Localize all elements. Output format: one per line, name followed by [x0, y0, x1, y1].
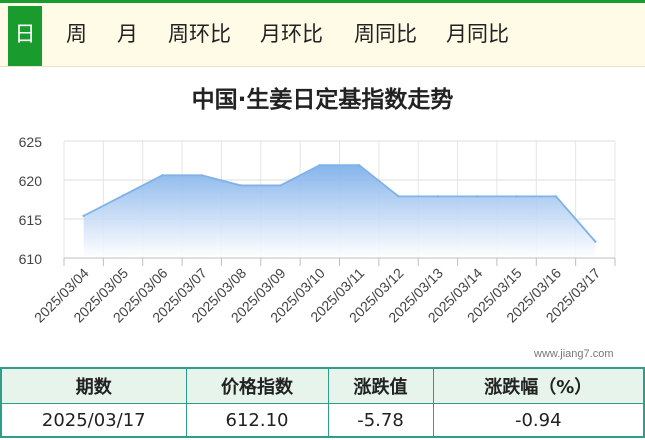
- data-point: [476, 195, 479, 198]
- y-tick-label: 620: [19, 173, 43, 189]
- tab-month-year-on-year[interactable]: 月同比: [446, 3, 509, 66]
- table-row: 2025/03/17 612.10 -5.78 -0.94: [0, 403, 645, 438]
- site-watermark: www.jiang7.com: [534, 348, 614, 360]
- index-summary-table: 期数 价格指数 涨跌值 涨跌幅（%） 2025/03/17 612.10 -5.…: [0, 367, 645, 438]
- cell-price-index: 612.10: [185, 403, 329, 438]
- header-period: 期数: [0, 367, 187, 404]
- tab-week[interactable]: 周: [66, 3, 87, 66]
- tab-day[interactable]: 日: [8, 6, 42, 66]
- data-point: [82, 214, 85, 218]
- y-tick-label: 610: [19, 251, 43, 267]
- y-tick-label: 615: [19, 212, 43, 228]
- header-price-index: 价格指数: [185, 367, 329, 404]
- data-point: [397, 195, 400, 198]
- data-point: [200, 174, 203, 177]
- tab-week-year-on-year[interactable]: 周同比: [354, 3, 417, 66]
- header-change-value: 涨跌值: [327, 367, 434, 404]
- data-point: [318, 163, 322, 167]
- data-point: [279, 184, 282, 187]
- cell-change-value: -5.78: [327, 403, 434, 438]
- data-point: [554, 195, 558, 198]
- tab-month-on-month[interactable]: 月环比: [260, 3, 323, 66]
- data-point: [357, 163, 361, 167]
- y-tick-label: 625: [19, 134, 43, 150]
- data-point: [161, 174, 164, 177]
- cell-change-percent: -0.94: [432, 403, 645, 438]
- data-point: [515, 195, 518, 198]
- tab-week-on-week[interactable]: 周环比: [168, 3, 231, 66]
- data-point: [121, 194, 125, 197]
- header-change-percent: 涨跌幅（%）: [432, 367, 645, 404]
- data-point: [239, 184, 243, 187]
- tab-month[interactable]: 月: [117, 3, 138, 66]
- cell-period: 2025/03/17: [0, 403, 187, 438]
- series-area: [83, 165, 596, 258]
- data-point: [436, 195, 440, 198]
- table-header-row: 期数 价格指数 涨跌值 涨跌幅（%）: [0, 367, 645, 404]
- data-point: [594, 240, 597, 243]
- index-trend-chart: 6106156206252025/03/042025/03/052025/03/…: [19, 134, 616, 326]
- period-tab-bar: 日 周 月 周环比 月环比 周同比 月同比: [0, 3, 645, 67]
- chart-title: 中国·生姜日定基指数走势: [191, 87, 454, 113]
